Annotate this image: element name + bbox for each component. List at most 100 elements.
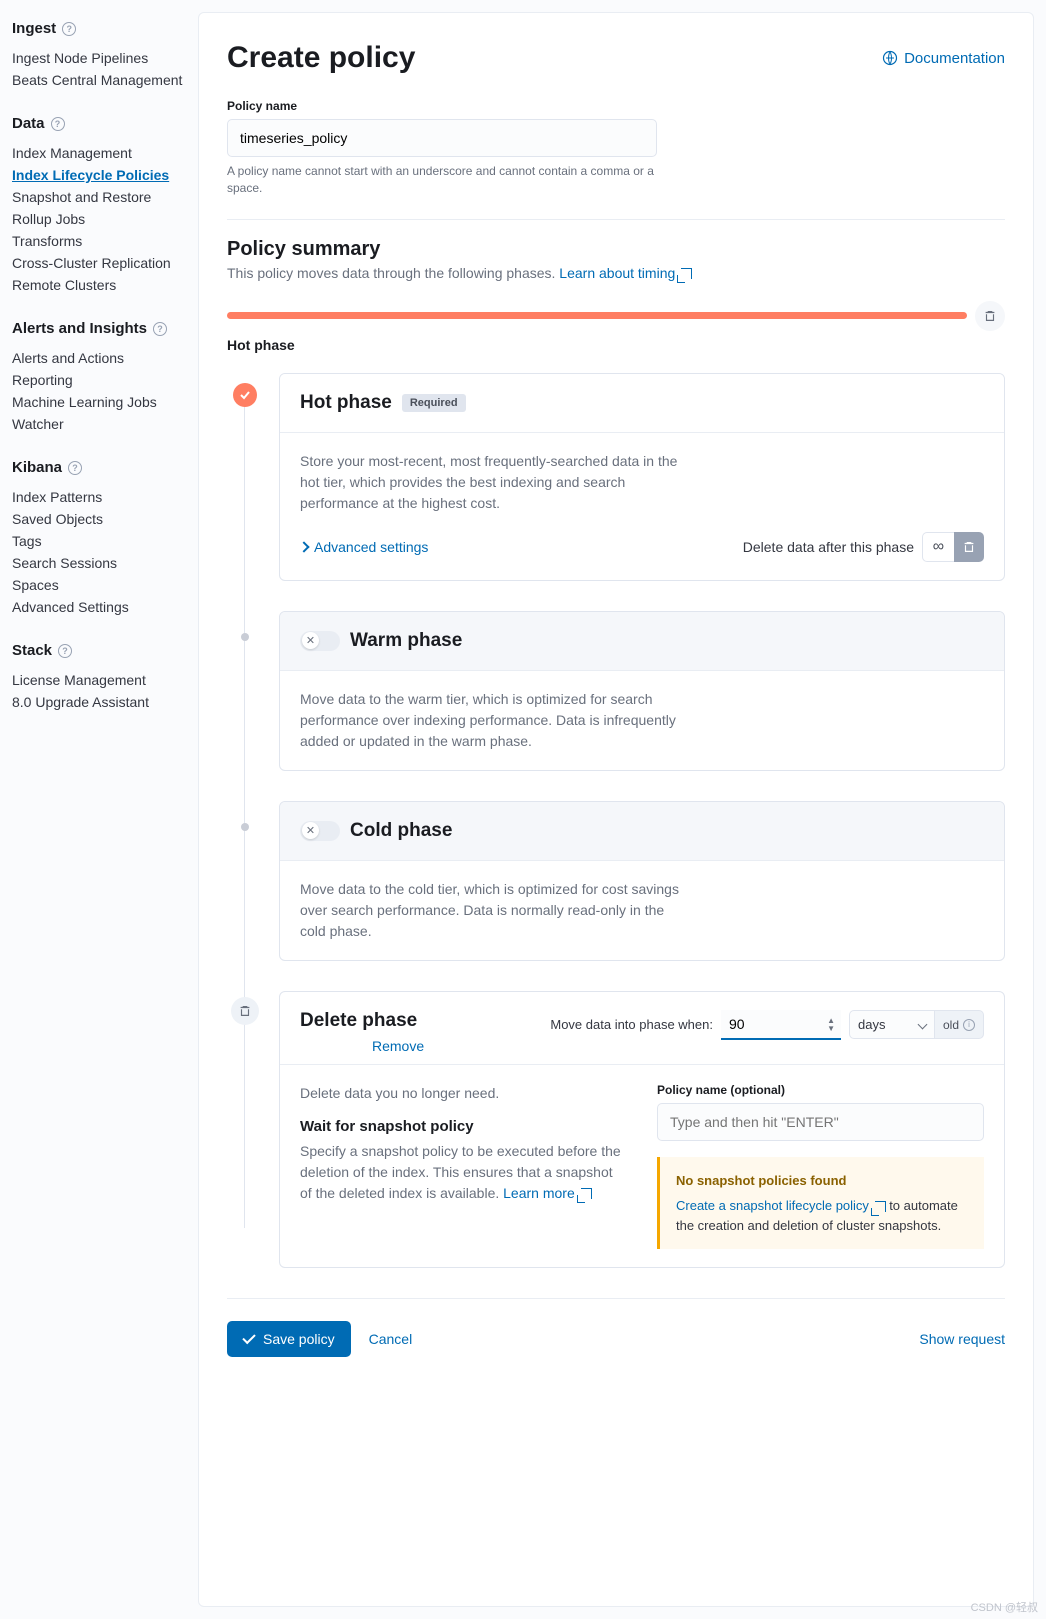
hot-phase-dot — [233, 383, 257, 407]
advanced-settings-button[interactable]: Advanced settings — [300, 539, 428, 555]
sidebar: Ingest ? Ingest Node Pipelines Beats Cen… — [0, 0, 198, 1619]
documentation-link[interactable]: Documentation — [882, 50, 1005, 67]
book-icon — [882, 50, 898, 66]
external-link-icon — [581, 1188, 592, 1199]
sidebar-item-remote-clusters[interactable]: Remote Clusters — [12, 274, 186, 296]
sidebar-item-ml[interactable]: Machine Learning Jobs — [12, 391, 186, 413]
sidebar-item-upgrade-assistant[interactable]: 8.0 Upgrade Assistant — [12, 691, 186, 713]
section-title: Stack — [12, 642, 52, 659]
chevron-down-icon — [918, 1020, 928, 1030]
chevron-right-icon — [298, 541, 309, 552]
create-snapshot-policy-link[interactable]: Create a snapshot lifecycle policy — [676, 1198, 889, 1213]
cancel-button[interactable]: Cancel — [369, 1331, 413, 1347]
required-badge: Required — [402, 394, 466, 412]
warm-phase-desc: Move data to the warm tier, which is opt… — [300, 689, 680, 752]
sidebar-item-rollup[interactable]: Rollup Jobs — [12, 208, 186, 230]
number-stepper-icon[interactable]: ▲▼ — [827, 1017, 835, 1033]
help-icon[interactable]: ? — [153, 322, 167, 336]
delete-phase-summary-button[interactable] — [975, 301, 1005, 331]
no-snapshot-callout: No snapshot policies found Create a snap… — [657, 1157, 984, 1250]
sidebar-item-transforms[interactable]: Transforms — [12, 230, 186, 252]
toggle-knob-off-icon: ✕ — [302, 822, 319, 839]
trash-icon — [238, 1004, 252, 1018]
snapshot-policy-desc: Specify a snapshot policy to be executed… — [300, 1141, 627, 1204]
section-title: Alerts and Insights — [12, 320, 147, 337]
trash-icon — [983, 309, 997, 323]
sidebar-item-index-patterns[interactable]: Index Patterns — [12, 486, 186, 508]
snapshot-policy-name-input[interactable] — [657, 1103, 984, 1141]
sidebar-item-index-management[interactable]: Index Management — [12, 142, 186, 164]
advanced-settings-label: Advanced settings — [314, 539, 428, 555]
sidebar-item-reporting[interactable]: Reporting — [12, 369, 186, 391]
hot-phase-label: Hot phase — [227, 337, 1005, 353]
section-title: Ingest — [12, 20, 56, 37]
warm-phase-toggle[interactable]: ✕ — [300, 631, 340, 651]
delete-phase-dot — [231, 997, 259, 1025]
remove-delete-phase-button[interactable]: Remove — [300, 1038, 424, 1054]
policy-name-help: A policy name cannot start with an under… — [227, 163, 657, 197]
delete-after-label: Delete data after this phase — [743, 539, 914, 555]
sidebar-section-data: Data ? — [12, 115, 186, 132]
sidebar-item-spaces[interactable]: Spaces — [12, 574, 186, 596]
documentation-label: Documentation — [904, 50, 1005, 67]
save-label: Save policy — [263, 1331, 335, 1347]
show-request-button[interactable]: Show request — [919, 1331, 1005, 1347]
callout-link-label: Create a snapshot lifecycle policy — [676, 1198, 869, 1213]
policy-name-input[interactable] — [227, 119, 657, 157]
move-phase-unit-select[interactable]: days — [849, 1010, 935, 1039]
summary-title: Policy summary — [227, 238, 1005, 261]
snapshot-policy-title: Wait for snapshot policy — [300, 1118, 627, 1135]
sidebar-item-ingest-pipelines[interactable]: Ingest Node Pipelines — [12, 47, 186, 69]
summary-desc: This policy moves data through the follo… — [227, 265, 1005, 281]
sidebar-item-saved-objects[interactable]: Saved Objects — [12, 508, 186, 530]
help-icon[interactable]: ? — [51, 117, 65, 131]
delete-phase-title: Delete phase — [300, 1010, 417, 1031]
snapshot-policy-name-label: Policy name (optional) — [657, 1083, 984, 1097]
callout-title: No snapshot policies found — [676, 1171, 968, 1191]
help-icon[interactable]: ? — [62, 22, 76, 36]
infinity-button[interactable]: ∞ — [922, 532, 954, 562]
divider — [227, 219, 1005, 220]
sidebar-item-ilm[interactable]: Index Lifecycle Policies — [12, 164, 186, 186]
old-label: old — [943, 1018, 959, 1032]
sidebar-item-license[interactable]: License Management — [12, 669, 186, 691]
sidebar-item-search-sessions[interactable]: Search Sessions — [12, 552, 186, 574]
move-phase-value-input[interactable] — [721, 1010, 841, 1040]
old-tag: old i — [935, 1010, 984, 1039]
hot-phase-title: Hot phase — [300, 392, 392, 414]
help-icon[interactable]: ? — [68, 461, 82, 475]
policy-name-label: Policy name — [227, 99, 1005, 113]
external-link-icon — [875, 1201, 886, 1212]
sidebar-item-watcher[interactable]: Watcher — [12, 413, 186, 435]
watermark: CSDN @轻叔 — [971, 1599, 1038, 1615]
cold-phase-toggle[interactable]: ✕ — [300, 821, 340, 841]
info-icon[interactable]: i — [963, 1019, 975, 1031]
cold-phase-block: ✕ Cold phase Move data to the cold tier,… — [279, 801, 1005, 961]
sidebar-item-alerts-actions[interactable]: Alerts and Actions — [12, 347, 186, 369]
learn-timing-label: Learn about timing — [559, 265, 675, 281]
warm-phase-block: ✕ Warm phase Move data to the warm tier,… — [279, 611, 1005, 771]
unit-label: days — [858, 1017, 885, 1032]
learn-more-label: Learn more — [503, 1185, 575, 1201]
trash-icon — [962, 540, 976, 554]
check-icon — [242, 1331, 255, 1344]
sidebar-item-tags[interactable]: Tags — [12, 530, 186, 552]
phase-timeline-bar — [227, 312, 967, 319]
help-icon[interactable]: ? — [58, 644, 72, 658]
sidebar-item-ccr[interactable]: Cross-Cluster Replication — [12, 252, 186, 274]
learn-timing-link[interactable]: Learn about timing — [559, 265, 692, 281]
save-policy-button[interactable]: Save policy — [227, 1321, 351, 1357]
delete-after-trash-button[interactable] — [954, 532, 984, 562]
sidebar-item-snapshot-restore[interactable]: Snapshot and Restore — [12, 186, 186, 208]
sidebar-section-kibana: Kibana ? — [12, 459, 186, 476]
sidebar-item-beats[interactable]: Beats Central Management — [12, 69, 186, 91]
sidebar-item-advanced-settings[interactable]: Advanced Settings — [12, 596, 186, 618]
learn-more-link[interactable]: Learn more — [503, 1185, 591, 1201]
toggle-knob-off-icon: ✕ — [302, 632, 319, 649]
hot-phase-block: Hot phase Required Store your most-recen… — [279, 373, 1005, 581]
summary-desc-text: This policy moves data through the follo… — [227, 265, 559, 281]
section-title: Kibana — [12, 459, 62, 476]
cold-phase-desc: Move data to the cold tier, which is opt… — [300, 879, 680, 942]
delete-desc: Delete data you no longer need. — [300, 1083, 627, 1104]
move-phase-label: Move data into phase when: — [550, 1017, 713, 1032]
